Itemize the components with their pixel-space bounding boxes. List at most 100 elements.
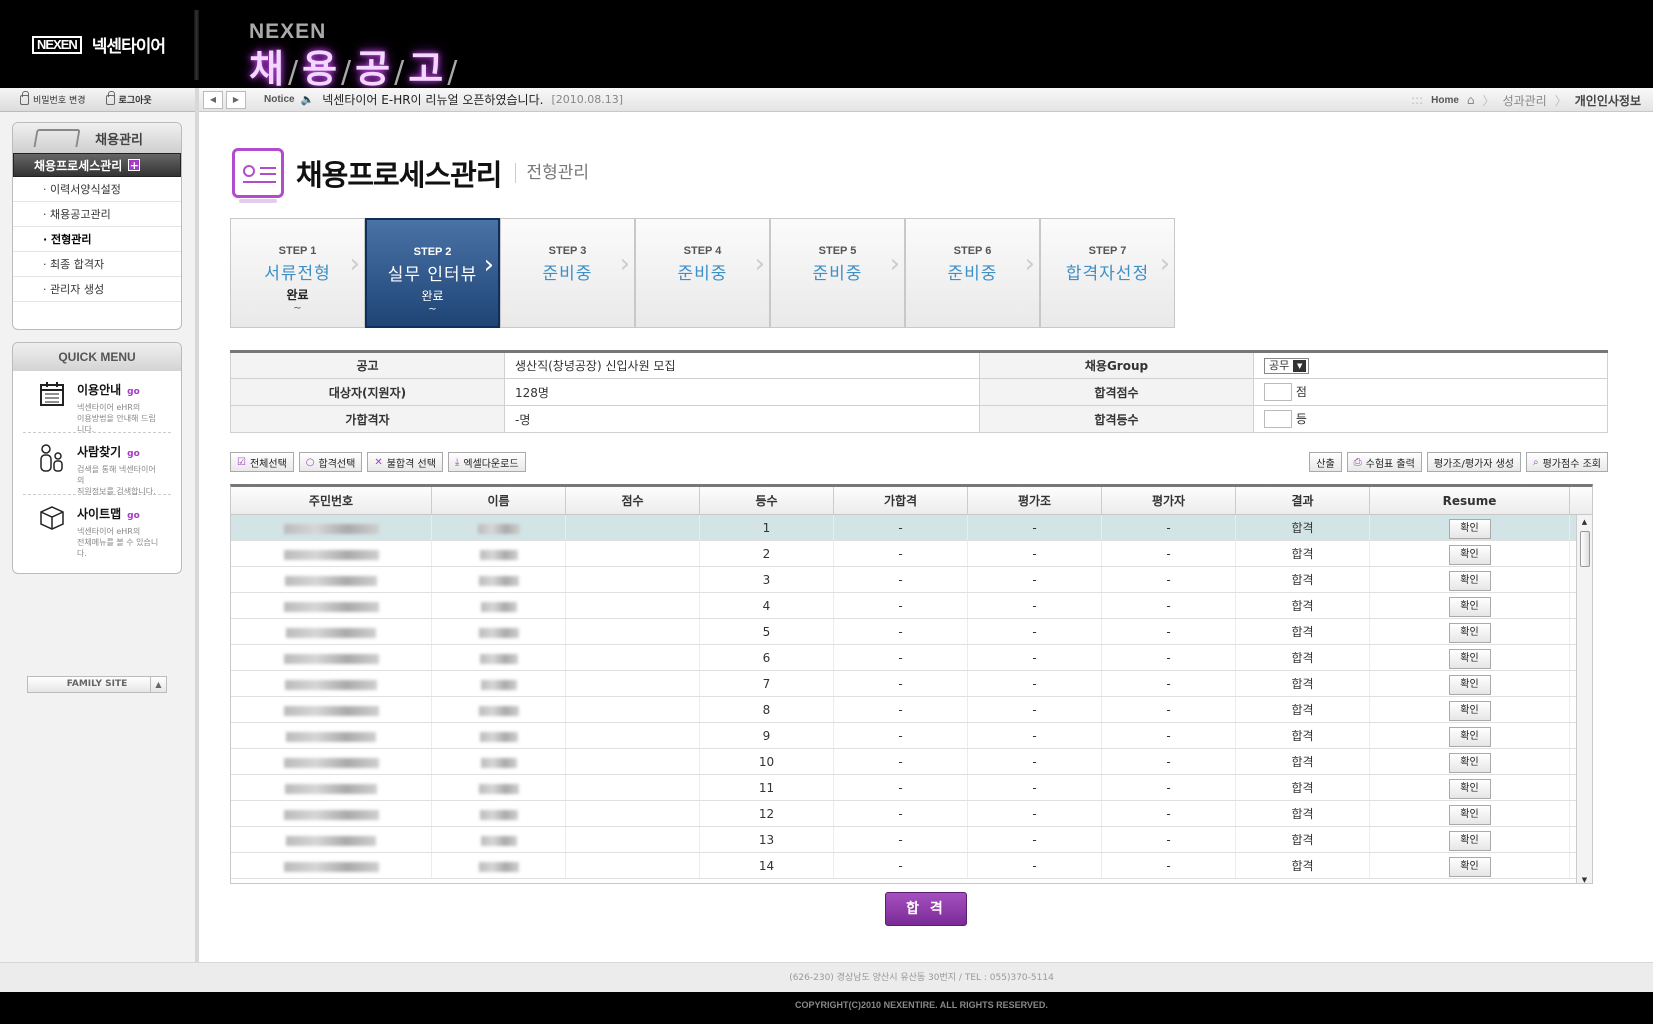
resume-view-button[interactable]: 확인 xyxy=(1448,830,1491,851)
pass-score-cell: 점 xyxy=(1253,378,1608,406)
sidebar-item-final-pass[interactable]: · 최종 합격자 xyxy=(13,252,181,277)
col-result[interactable]: 결과 xyxy=(1236,487,1370,514)
footer-copyright: COPYRIGHT(C)2010 NEXENTIRE. ALL RIGHTS R… xyxy=(0,992,1653,1024)
step-1[interactable]: STEP 1 서류전형 완료 ~ › xyxy=(230,218,365,328)
tentative-cell: - xyxy=(834,697,968,722)
sidebar: 비밀번호 변경 로그아웃 채용관리 채용프로세스관리 + · 이력서양식설정 ·… xyxy=(0,88,199,962)
name-cell xyxy=(432,853,566,878)
rank-cell: 14 xyxy=(700,853,834,878)
resume-view-button[interactable]: 확인 xyxy=(1448,700,1491,721)
resume-view-button[interactable]: 확인 xyxy=(1448,856,1491,877)
group-select[interactable]: 공무 ▼ xyxy=(1264,357,1310,374)
table-row[interactable]: 6- - - 합격 확인 xyxy=(231,645,1578,671)
col-evaluator[interactable]: 평가자 xyxy=(1102,487,1236,514)
resume-view-button[interactable]: 확인 xyxy=(1448,622,1491,643)
pass-score-input[interactable] xyxy=(1264,383,1292,402)
table-row[interactable]: 3- - - 합격 확인 xyxy=(231,567,1578,593)
resume-view-button[interactable]: 확인 xyxy=(1448,804,1491,825)
family-site-select[interactable]: FAMILY SITE ▲ xyxy=(27,676,167,693)
col-name[interactable]: 이름 xyxy=(432,487,566,514)
change-password-link[interactable]: 비밀번호 변경 xyxy=(20,90,86,106)
step-7[interactable]: STEP 7 합격자선정 › xyxy=(1040,218,1175,328)
col-resume[interactable]: Resume xyxy=(1370,487,1570,514)
excel-download-button[interactable]: ⤓ 엑셀다운로드 xyxy=(447,452,526,472)
resume-view-button[interactable]: 확인 xyxy=(1448,544,1491,565)
notice-bar: ◀ ▶ Notice 🔈 넥센타이어 E-HR이 리뉴얼 오픈하였습니다. [2… xyxy=(199,88,1653,112)
notice-text[interactable]: 넥센타이어 E-HR이 리뉴얼 오픈하였습니다. xyxy=(322,91,543,108)
print-ticket-button[interactable]: ⎙ 수험표 출력 xyxy=(1346,452,1422,472)
quick-item-people-search[interactable]: 사람찾기 go 검색을 통해 넥센타이어의 직원정보를 검색합니다. xyxy=(23,433,171,496)
table-row[interactable]: 13- - - 합격 확인 xyxy=(231,827,1578,853)
step-2[interactable]: STEP 2 실무 인터뷰 완료 ~ › xyxy=(365,218,500,328)
table-row[interactable]: 8- - - 합격 확인 xyxy=(231,697,1578,723)
step-3[interactable]: STEP 3 준비중 › xyxy=(500,218,635,328)
redacted-ssn xyxy=(283,653,379,664)
scroll-thumb[interactable] xyxy=(1580,531,1590,567)
step-4[interactable]: STEP 4 준비중 › xyxy=(635,218,770,328)
table-row[interactable]: 5- - - 합격 확인 xyxy=(231,619,1578,645)
redacted-name xyxy=(478,705,519,716)
result-cell: 합격 xyxy=(1236,723,1370,748)
calculate-button[interactable]: 산출 xyxy=(1309,452,1342,472)
notice-label: Notice xyxy=(264,94,295,105)
evaluator-cell: - xyxy=(1102,827,1236,852)
table-row[interactable]: 2- - - 합격 확인 xyxy=(231,541,1578,567)
score-cell xyxy=(566,723,700,748)
sidebar-item-create-admin[interactable]: · 관리자 생성 xyxy=(13,277,181,302)
company-logo[interactable]: NEXEN 넥센타이어 xyxy=(32,32,166,57)
breadcrumb-level1[interactable]: 성과관리 xyxy=(1503,92,1547,109)
col-score[interactable]: 점수 xyxy=(566,487,700,514)
logo-mark: NEXEN xyxy=(32,35,82,54)
breadcrumb-home[interactable]: Home xyxy=(1431,95,1459,106)
quick-item-guide[interactable]: 이용안내 go 넥센타이어 eHR의 이용방법을 안내해 드립니다. xyxy=(23,371,171,434)
table-row[interactable]: 4- - - 합격 확인 xyxy=(231,593,1578,619)
resume-view-button[interactable]: 확인 xyxy=(1448,778,1491,799)
col-ssn[interactable]: 주민번호 xyxy=(231,487,432,514)
pass-button[interactable]: 합 격 xyxy=(885,892,967,926)
sidebar-item-resume-form[interactable]: · 이력서양식설정 xyxy=(13,177,181,202)
redacted-ssn xyxy=(283,705,379,716)
table-row[interactable]: 11- - - 합격 확인 xyxy=(231,775,1578,801)
next-arrow-icon[interactable]: ▶ xyxy=(226,90,246,109)
resume-view-button[interactable]: 확인 xyxy=(1448,726,1491,747)
table-row[interactable]: 10- - - 합격 확인 xyxy=(231,749,1578,775)
resume-view-button[interactable]: 확인 xyxy=(1448,674,1491,695)
resume-view-button[interactable]: 확인 xyxy=(1448,570,1491,591)
pass-rank-input[interactable] xyxy=(1264,410,1292,429)
sidebar-item-job-posting[interactable]: · 채용공고관리 xyxy=(13,202,181,227)
view-score-button[interactable]: ⌕ 평가점수 조회 xyxy=(1526,452,1608,472)
step-5[interactable]: STEP 5 준비중 › xyxy=(770,218,905,328)
rank-cell: 10 xyxy=(700,749,834,774)
resume-view-button[interactable]: 확인 xyxy=(1448,518,1491,539)
checkbox-icon: ☑ xyxy=(237,456,246,468)
logout-link[interactable]: 로그아웃 xyxy=(105,90,152,106)
col-eval-group[interactable]: 평가조 xyxy=(968,487,1102,514)
redacted-name xyxy=(479,653,518,664)
quick-item-sitemap[interactable]: 사이트맵 go 넥센타이어 eHR의 전체메뉴를 볼 수 있습니다. xyxy=(23,495,171,558)
col-rank[interactable]: 등수 xyxy=(700,487,834,514)
select-all-button[interactable]: ☑ 전체선택 xyxy=(230,452,294,472)
table-row[interactable]: 9- - - 합격 확인 xyxy=(231,723,1578,749)
step-6[interactable]: STEP 6 준비중 › xyxy=(905,218,1040,328)
prev-arrow-icon[interactable]: ◀ xyxy=(203,90,223,109)
rank-cell: 12 xyxy=(700,801,834,826)
resume-view-button[interactable]: 확인 xyxy=(1448,752,1491,773)
result-cell: 합격 xyxy=(1236,671,1370,696)
select-pass-button[interactable]: ○ 합격선택 xyxy=(298,452,363,472)
resume-view-button[interactable]: 확인 xyxy=(1448,596,1491,617)
sidebar-item-recruit-process[interactable]: 채용프로세스관리 + xyxy=(13,153,181,177)
scroll-up-icon[interactable]: ▲ xyxy=(1577,515,1592,529)
resume-view-button[interactable]: 확인 xyxy=(1448,648,1491,669)
expand-icon[interactable]: + xyxy=(128,159,141,171)
create-evaluator-button[interactable]: 평가조/평가자 생성 xyxy=(1426,452,1521,472)
select-fail-button[interactable]: ✕ 불합격 선택 xyxy=(367,452,443,472)
table-row[interactable]: 12- - - 합격 확인 xyxy=(231,801,1578,827)
table-row[interactable]: 1- - - 합격 확인 xyxy=(231,515,1578,541)
col-tentative[interactable]: 가합격 xyxy=(834,487,968,514)
table-row[interactable]: 14- - - 합격 확인 xyxy=(231,853,1578,879)
notice-nav: ◀ ▶ xyxy=(203,90,246,109)
sidebar-item-screening[interactable]: · 전형관리 xyxy=(13,227,181,252)
scroll-down-icon[interactable]: ▼ xyxy=(1577,873,1592,883)
vertical-scrollbar[interactable]: ▲ ▼ xyxy=(1576,515,1592,883)
table-row[interactable]: 7- - - 합격 확인 xyxy=(231,671,1578,697)
